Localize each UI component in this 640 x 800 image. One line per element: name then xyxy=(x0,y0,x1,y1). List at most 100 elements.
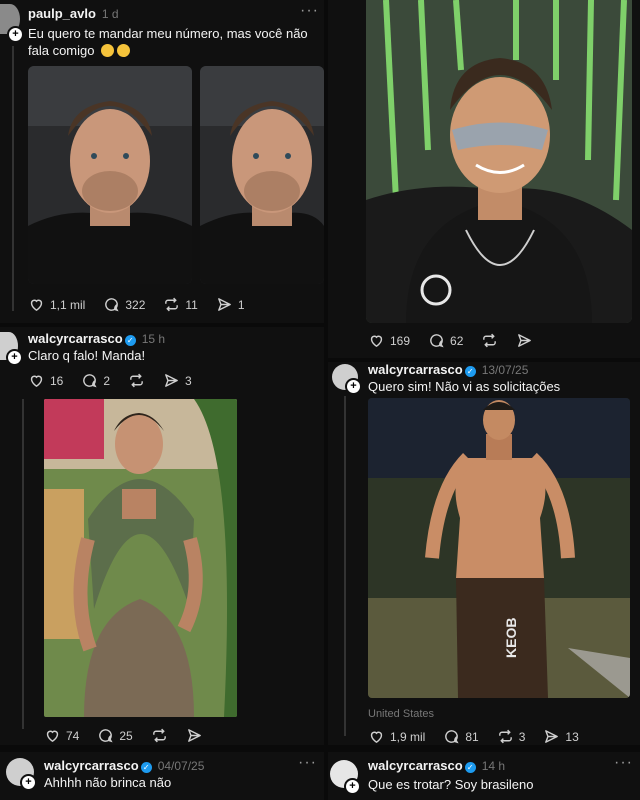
post-header: paulp_avlo 1 d xyxy=(28,6,119,21)
like-button[interactable]: 1,9 mil xyxy=(368,728,425,745)
repost-count: 11 xyxy=(185,297,198,312)
share-button[interactable]: 1 xyxy=(216,296,245,313)
thread-line xyxy=(22,399,24,729)
post-header: walcyrcarrasco ✓ 15 h xyxy=(28,331,165,346)
comment-button[interactable]: 62 xyxy=(428,332,463,349)
comment-icon xyxy=(103,296,120,313)
like-button[interactable]: 169 xyxy=(368,332,410,349)
like-count: 1,1 mil xyxy=(50,297,86,312)
post-photo[interactable]: KEOB xyxy=(368,398,630,698)
timestamp: 1 d xyxy=(101,7,119,21)
post-text-content: Eu quero te mandar meu número, mas você … xyxy=(28,26,308,58)
post-actions: 74 25 xyxy=(44,727,203,744)
comment-count: 62 xyxy=(450,333,464,348)
share-count: 13 xyxy=(565,729,579,744)
share-button[interactable] xyxy=(186,727,203,744)
comment-count: 81 xyxy=(465,729,479,744)
follow-plus-icon[interactable]: + xyxy=(7,26,24,43)
like-button[interactable]: 74 xyxy=(44,727,79,744)
post-text: Claro q falo! Manda! xyxy=(28,348,146,363)
post-actions: 16 2 3 xyxy=(28,372,192,389)
more-icon[interactable]: ··· xyxy=(298,754,317,772)
post-photo[interactable] xyxy=(366,0,632,323)
comment-button[interactable]: 81 xyxy=(443,728,479,745)
repost-button[interactable]: 3 xyxy=(497,728,526,745)
comment-count: 2 xyxy=(103,373,111,388)
comment-icon xyxy=(81,372,98,389)
post-panel-walcyr-brinca: + walcyrcarrasco ✓ 04/07/25 ··· Ahhhh não… xyxy=(0,752,324,800)
heart-icon xyxy=(368,728,385,745)
post-text: Eu quero te mandar meu número, mas você … xyxy=(28,25,308,59)
follow-plus-icon[interactable]: + xyxy=(344,778,361,795)
timestamp: 14 h xyxy=(481,759,506,773)
repost-icon xyxy=(128,372,145,389)
relieved-face-icon xyxy=(117,44,131,57)
comment-icon xyxy=(97,727,114,744)
relieved-face-icon xyxy=(101,44,115,57)
username-text: walcyrcarrasco xyxy=(368,362,463,377)
username[interactable]: walcyrcarrasco ✓ xyxy=(368,362,476,377)
comment-count: 322 xyxy=(125,297,146,312)
comment-button[interactable]: 25 xyxy=(97,727,133,744)
follow-plus-icon[interactable]: + xyxy=(6,349,23,366)
like-count: 74 xyxy=(66,728,80,743)
repost-button[interactable] xyxy=(481,332,498,349)
like-button[interactable]: 16 xyxy=(28,372,63,389)
post-photo[interactable] xyxy=(28,66,192,284)
timestamp: 04/07/25 xyxy=(157,759,205,773)
comment-button[interactable]: 322 xyxy=(103,296,145,313)
username-text: walcyrcarrasco xyxy=(28,331,123,346)
svg-text:KEOB: KEOB xyxy=(503,618,519,658)
repost-button[interactable] xyxy=(151,727,168,744)
like-count: 169 xyxy=(390,333,411,348)
repost-button[interactable]: 11 xyxy=(163,296,198,313)
username[interactable]: walcyrcarrasco ✓ xyxy=(44,758,152,773)
repost-icon xyxy=(151,727,168,744)
follow-plus-icon[interactable]: + xyxy=(20,774,37,791)
share-button[interactable]: 13 xyxy=(543,728,579,745)
verified-badge-icon: ✓ xyxy=(124,335,136,346)
username[interactable]: walcyrcarrasco ✓ xyxy=(28,331,136,346)
timestamp: 13/07/25 xyxy=(481,363,529,377)
send-icon xyxy=(216,296,233,313)
repost-count: 3 xyxy=(518,729,526,744)
heart-icon xyxy=(368,332,385,349)
post-text: Que es trotar? Soy brasileno xyxy=(368,777,534,792)
location-label[interactable]: United States xyxy=(368,708,434,720)
share-button[interactable]: 3 xyxy=(163,372,192,389)
post-panel-walcyr-quero: + walcyrcarrasco ✓ 13/07/25 Quero sim! Nã… xyxy=(328,362,640,745)
post-panel-walcyr-trotar: + walcyrcarrasco ✓ 14 h ··· Que es trotar… xyxy=(328,752,640,800)
share-count: 3 xyxy=(185,373,192,388)
post-panel-photo: 169 62 xyxy=(328,0,640,358)
send-icon xyxy=(163,372,180,389)
post-photo[interactable] xyxy=(44,399,237,717)
like-button[interactable]: 1,1 mil xyxy=(28,296,85,313)
thread-line xyxy=(12,46,14,311)
post-text: Quero sim! Não vi as solicitações xyxy=(368,379,561,394)
post-actions: 169 62 xyxy=(368,332,533,349)
more-icon[interactable]: ··· xyxy=(614,754,633,772)
verified-badge-icon: ✓ xyxy=(464,762,476,773)
repost-button[interactable] xyxy=(128,372,145,389)
send-icon xyxy=(186,727,203,744)
post-photo[interactable] xyxy=(200,66,324,284)
comment-button[interactable]: 2 xyxy=(81,372,110,389)
post-actions: 1,9 mil 81 3 13 xyxy=(368,728,579,745)
repost-icon xyxy=(497,728,514,745)
username-text: walcyrcarrasco xyxy=(44,758,139,773)
username[interactable]: paulp_avlo xyxy=(28,6,96,21)
thread-line xyxy=(344,396,346,736)
follow-plus-icon[interactable]: + xyxy=(345,378,362,395)
repost-icon xyxy=(481,332,498,349)
post-header: walcyrcarrasco ✓ 04/07/25 xyxy=(44,758,204,773)
more-icon[interactable]: ··· xyxy=(300,2,319,20)
post-header: walcyrcarrasco ✓ 14 h xyxy=(368,758,505,773)
post-panel-walcyr-reply: + walcyrcarrasco ✓ 15 h Claro q falo! Man… xyxy=(0,327,324,745)
repost-icon xyxy=(163,296,180,313)
send-icon xyxy=(516,332,533,349)
share-button[interactable] xyxy=(516,332,533,349)
send-icon xyxy=(543,728,560,745)
timestamp: 15 h xyxy=(141,332,166,346)
post-header: walcyrcarrasco ✓ 13/07/25 xyxy=(368,362,528,377)
username[interactable]: walcyrcarrasco ✓ xyxy=(368,758,476,773)
